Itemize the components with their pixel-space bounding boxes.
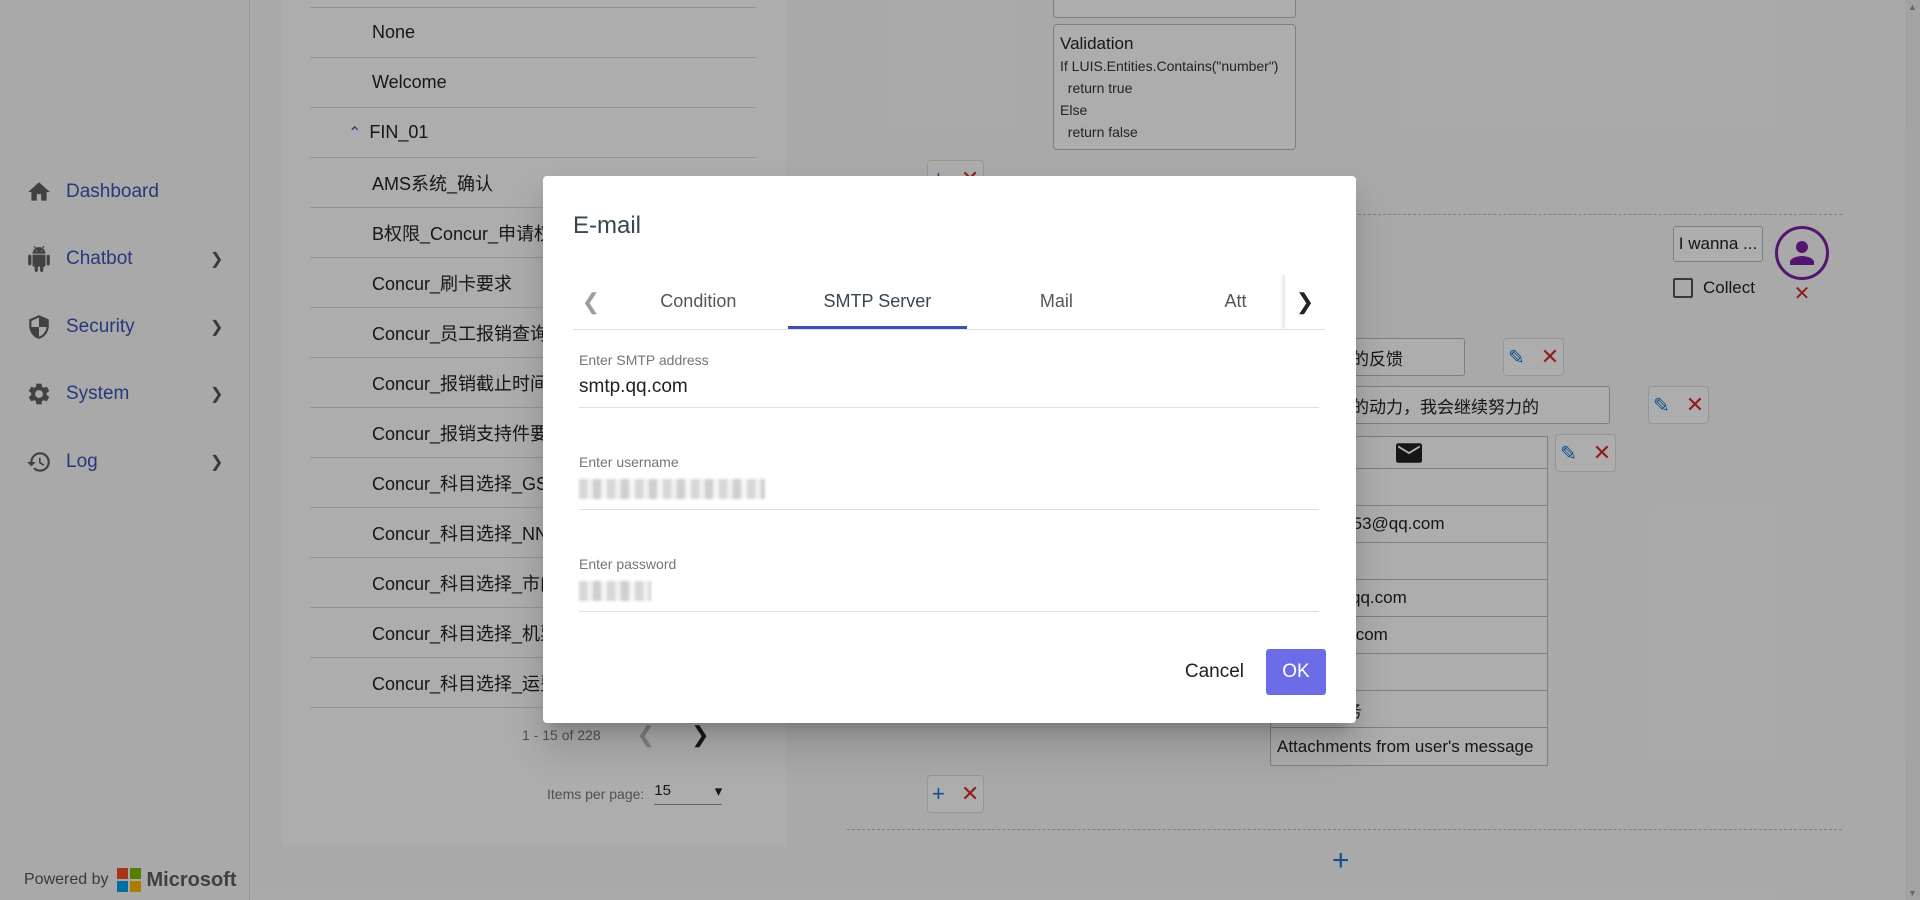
tab-condition[interactable]: Condition bbox=[609, 274, 788, 329]
password-field[interactable]: Enter password bbox=[579, 556, 1319, 612]
dialog-tabs: ❮ Condition SMTP Server Mail Att ❯ bbox=[573, 274, 1325, 330]
redacted-value bbox=[579, 478, 765, 499]
dialog-title: E-mail bbox=[573, 212, 642, 239]
redacted-value bbox=[579, 580, 651, 601]
tab-smtp-server[interactable]: SMTP Server bbox=[787, 274, 967, 329]
username-field[interactable]: Enter username bbox=[579, 454, 1319, 510]
username-input[interactable] bbox=[579, 478, 1319, 504]
ok-button[interactable]: OK bbox=[1266, 649, 1326, 695]
tab-scroll-left-icon[interactable]: ❮ bbox=[573, 274, 609, 329]
tab-mail[interactable]: Mail bbox=[967, 274, 1146, 329]
email-dialog: E-mail ❮ Condition SMTP Server Mail Att … bbox=[543, 176, 1356, 723]
tab-scroll-right-icon[interactable]: ❯ bbox=[1285, 274, 1325, 329]
password-label: Enter password bbox=[579, 556, 677, 572]
username-label: Enter username bbox=[579, 454, 679, 470]
password-input[interactable] bbox=[579, 580, 1319, 606]
smtp-address-label: Enter SMTP address bbox=[579, 352, 709, 368]
smtp-address-field[interactable]: Enter SMTP address smtp.qq.com bbox=[579, 352, 1319, 408]
dialog-actions: Cancel OK bbox=[1177, 649, 1326, 695]
smtp-address-input[interactable]: smtp.qq.com bbox=[579, 376, 1319, 402]
cancel-button[interactable]: Cancel bbox=[1177, 651, 1252, 693]
